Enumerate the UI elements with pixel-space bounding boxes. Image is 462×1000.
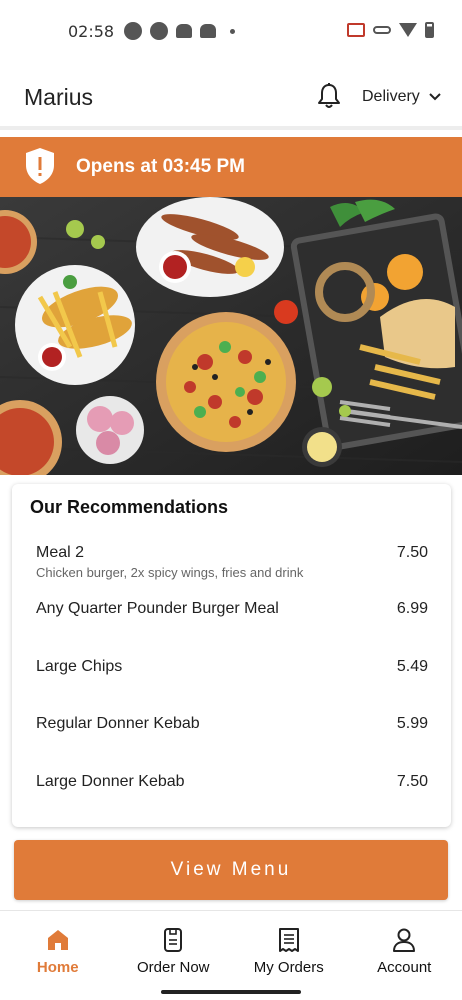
- item-price: 7.50: [396, 544, 428, 561]
- item-name: Large Donner Kebab: [36, 773, 185, 790]
- item-price: 7.50: [396, 773, 428, 790]
- item-name: Regular Donner Kebab: [36, 715, 200, 732]
- item-name: Large Chips: [36, 658, 123, 675]
- home-gesture-pill[interactable]: [161, 990, 301, 994]
- wifi-icon: [399, 23, 417, 37]
- more-notifications-dot-icon: [230, 28, 235, 34]
- menu-item[interactable]: Any Quarter Pounder Burger Meal 6.99: [36, 600, 428, 618]
- item-name: Any Quarter Pounder Burger Meal: [36, 600, 279, 617]
- hero-food-image: [0, 197, 462, 475]
- nav-label: Order Now: [136, 959, 210, 976]
- delivery-mode-label: Delivery: [362, 88, 420, 105]
- order-icon: [164, 928, 183, 952]
- bell-icon[interactable]: [316, 82, 342, 110]
- item-description: Chicken burger, 2x spicy wings, fries an…: [36, 565, 304, 580]
- view-menu-button[interactable]: View Menu: [14, 840, 448, 900]
- status-bar: 02:58: [0, 0, 462, 64]
- app-notification-icon: [124, 22, 142, 40]
- food-spread-illustration: [0, 197, 462, 475]
- nav-home[interactable]: Home: [0, 911, 116, 986]
- chevron-down-icon: [429, 93, 441, 101]
- restaurant-title: Marius: [24, 84, 94, 110]
- item-price: 5.99: [396, 715, 428, 732]
- item-name: Meal 2: [36, 544, 85, 561]
- android-icon: [200, 24, 216, 38]
- item-price: 5.49: [396, 658, 428, 675]
- shield-alert-icon: [26, 148, 54, 184]
- nav-label: Account: [377, 959, 432, 976]
- battery-icon: [425, 22, 434, 38]
- menu-item[interactable]: Regular Donner Kebab 5.99: [36, 715, 428, 733]
- vpn-key-icon: [373, 26, 391, 34]
- nav-label: Home: [36, 959, 79, 976]
- menu-item[interactable]: Large Chips 5.49: [36, 658, 428, 676]
- app-header: Marius Delivery: [0, 64, 462, 130]
- receipt-icon: [278, 928, 299, 952]
- person-icon: [393, 928, 416, 952]
- android-icon: [176, 24, 192, 38]
- delivery-mode-dropdown[interactable]: Delivery: [362, 88, 442, 106]
- recommendations-card: Our Recommendations Meal 2 Chicken burge…: [12, 484, 451, 827]
- menu-item[interactable]: Large Donner Kebab 7.50: [36, 773, 428, 791]
- bottom-navigation: Home Order Now My Orders Account: [0, 910, 462, 986]
- recommendations-title: Our Recommendations: [30, 497, 229, 517]
- nav-account[interactable]: Account: [347, 911, 462, 986]
- cast-icon: [347, 23, 365, 37]
- nav-my-orders[interactable]: My Orders: [231, 911, 347, 986]
- gesture-bar: [0, 986, 462, 1000]
- opening-time-text: Opens at 03:45 PM: [76, 156, 245, 177]
- item-price: 6.99: [396, 600, 428, 617]
- status-time: 02:58: [68, 22, 115, 41]
- notification-icons: [124, 22, 235, 40]
- home-icon: [47, 930, 68, 950]
- nav-order-now[interactable]: Order Now: [116, 911, 232, 986]
- system-icons: [347, 22, 434, 38]
- menu-item[interactable]: Meal 2 Chicken burger, 2x spicy wings, f…: [36, 544, 428, 580]
- app-notification-icon: [150, 22, 168, 40]
- opening-hours-banner: Opens at 03:45 PM: [0, 137, 462, 197]
- nav-label: My Orders: [253, 959, 324, 976]
